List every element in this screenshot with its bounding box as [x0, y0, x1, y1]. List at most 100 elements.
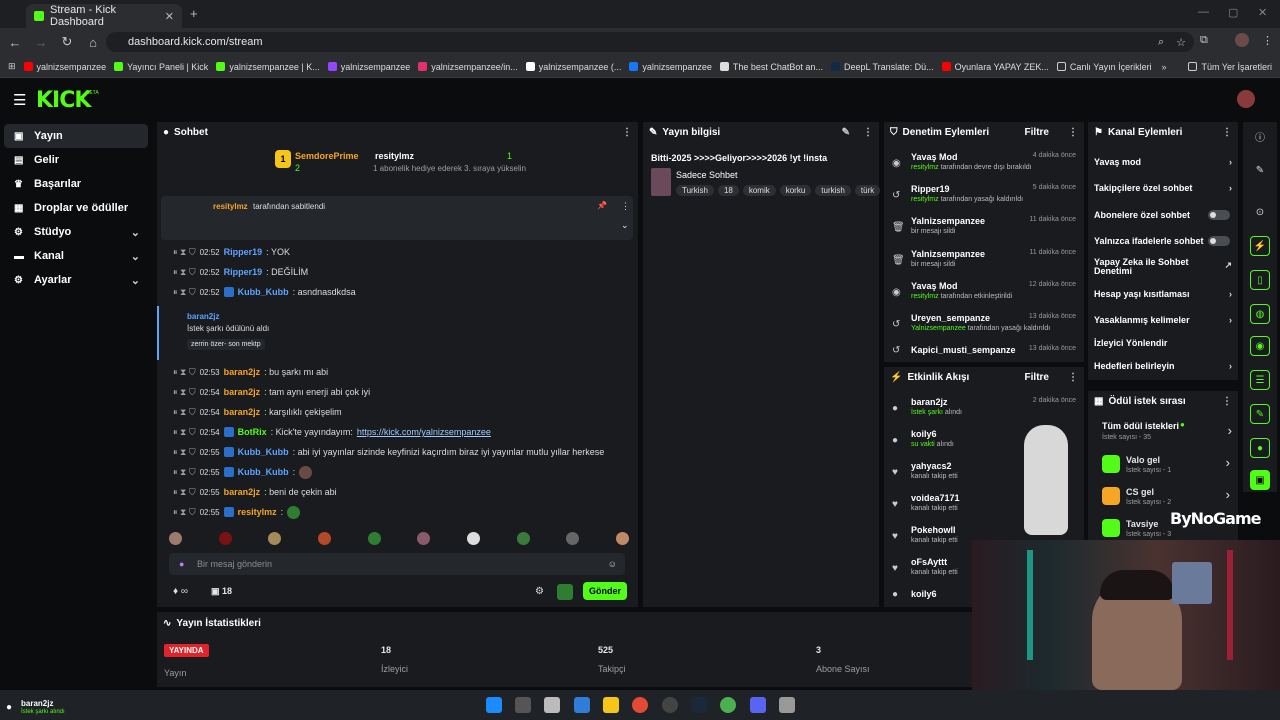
edit-icon[interactable]: ✎ — [842, 127, 850, 138]
channel-menu-icon[interactable]: ⋮ — [1222, 127, 1232, 138]
moderation-row[interactable]: ↺ Ureyen_sempanze Yalnizsempanzee tarafınd… — [890, 313, 1080, 343]
filter-button[interactable]: Filtre — [1025, 372, 1049, 383]
channel-action-row[interactable]: Hedefleri belirleyin › — [1094, 361, 1234, 371]
stream-category[interactable]: Sadece Sohbet — [676, 170, 738, 180]
moderation-row[interactable]: ◉ Yavaş Mod resitylmz tarafından etkinleşt… — [890, 281, 1080, 311]
app-icon[interactable]: ▣ — [1250, 470, 1270, 490]
chat-settings-icon[interactable]: ⚙ — [535, 586, 544, 597]
profile-avatar[interactable] — [1235, 33, 1249, 47]
tab-kick-dashboard[interactable]: Stream - Kick Dashboard ✕ — [26, 4, 182, 28]
bookmark-item[interactable]: yalnizsempanzee — [327, 62, 410, 72]
emote-picker-icon[interactable] — [557, 584, 573, 600]
moderation-row[interactable]: ↺ Ripper19 resitylmz tarafından yasağı kal… — [890, 184, 1080, 214]
users-icon[interactable]: ● — [1250, 438, 1270, 458]
bookmark-item[interactable]: yalnizsempanzee/in... — [418, 62, 518, 72]
extensions-icon[interactable]: ⧉ — [1200, 34, 1208, 47]
zoom-icon[interactable]: ⌕ — [1158, 36, 1164, 49]
app-icon[interactable] — [779, 697, 795, 713]
chat-message[interactable]: ⏸ ⧗ ⛉ 02:55 Kubb_Kubb: — [157, 462, 635, 482]
steam-icon[interactable] — [691, 697, 707, 713]
moderation-row[interactable]: 🗑 Yalnizsempanzee bir mesajı sildi 11 dakik… — [890, 216, 1080, 246]
kick-logo[interactable]: KICK — [36, 88, 91, 113]
channel-action-row[interactable]: Yalnızca ifadelerle sohbet — [1094, 236, 1234, 246]
windows-start-icon[interactable] — [486, 697, 502, 713]
chat-bubble-icon[interactable]: ◍ — [1250, 304, 1270, 324]
discord-icon[interactable] — [750, 697, 766, 713]
moderation-row[interactable]: ↺ Kapici_musti_sempanze 13 dakika önce — [890, 345, 1080, 361]
sidebar-item-basarilar[interactable]: ♛ Başarılar — [0, 172, 152, 196]
toggle-switch[interactable] — [1208, 210, 1230, 220]
gifter-2-name[interactable]: resitylmz — [375, 151, 414, 161]
emote-bar[interactable] — [169, 532, 629, 548]
channel-action-row[interactable]: Yavaş mod › — [1094, 157, 1234, 167]
chat-message[interactable]: ⏸ ⧗ ⛉ 02:52 Ripper19: YOK — [157, 242, 635, 262]
chat-menu-icon[interactable]: ⋮ — [622, 127, 632, 138]
close-tab-icon[interactable]: ✕ — [165, 10, 174, 23]
tag[interactable]: korku — [779, 185, 812, 196]
channel-action-row[interactable]: Hesap yaşı kısıtlaması › — [1094, 289, 1234, 299]
sidebar-item-droplar[interactable]: ▦ Droplar ve ödüller — [0, 196, 152, 220]
bookmark-item[interactable]: Yayıncı Paneli | Kick — [114, 62, 208, 72]
bookmark-item[interactable]: The best ChatBot an... — [719, 62, 823, 72]
infinity-icon[interactable]: ♦ ∞ — [173, 586, 188, 597]
top-gifter-name[interactable]: SemdorePrime — [295, 151, 359, 161]
tag[interactable]: türk — [854, 185, 881, 196]
pin-icon[interactable]: 📌 — [597, 201, 607, 210]
moderation-row[interactable]: ◉ Yavaş Mod resitylmz tarafından devre dış… — [890, 152, 1080, 182]
pinned-message[interactable]: resitylmz tarafından sabitlendi 📌 ⋮ ⌄ — [161, 196, 633, 240]
sidebar-item-gelir[interactable]: ▤ Gelir — [0, 148, 152, 172]
bookmark-folder[interactable]: Canlı Yayın İçerikleri — [1056, 62, 1152, 72]
app-icon[interactable] — [544, 697, 560, 713]
sidebar-item-yayin[interactable]: ▣ Yayın — [4, 124, 148, 148]
reload-icon[interactable]: ↻ — [54, 34, 80, 50]
bookmark-item[interactable]: yalnizsempanzee — [23, 62, 106, 72]
mic-icon[interactable]: ● — [179, 559, 184, 569]
channel-action-row[interactable]: Takipçilere özel sohbet › — [1094, 183, 1234, 193]
apps-grid-icon[interactable]: ⊞ — [8, 61, 16, 72]
explorer-icon[interactable] — [603, 697, 619, 713]
moderation-row[interactable]: 🗑 Yalnizsempanzee bir mesajı sildi 11 dakik… — [890, 249, 1080, 279]
user-avatar[interactable] — [1237, 90, 1255, 108]
target-icon[interactable]: ⊙ — [1250, 202, 1270, 222]
photos-icon[interactable] — [574, 697, 590, 713]
send-button[interactable]: Gönder — [583, 582, 627, 600]
channel-action-row[interactable]: Abonelere özel sohbet — [1094, 210, 1234, 220]
new-tab-icon[interactable]: + — [190, 6, 198, 21]
back-icon[interactable]: ← — [2, 35, 28, 50]
chat-message[interactable]: ⏸ ⧗ ⛉ 02:53 baran2jz: bu şarkı mı abi — [157, 362, 635, 382]
wrench-icon[interactable]: ✎ — [1250, 404, 1270, 424]
bolt-icon[interactable]: ⚡ — [1250, 236, 1270, 256]
all-rewards-row[interactable]: Tüm ödül istekleri ● İstek sayısı - 35 › — [1102, 420, 1232, 445]
chat-message[interactable]: ⏸ ⧗ ⛉ 02:55 Kubb_Kubb: abi iyi yayınlar si… — [157, 442, 635, 462]
chrome-icon[interactable] — [632, 697, 648, 713]
channel-action-row[interactable]: Yapay Zeka ile Sohbet Denetimi ↗ — [1094, 258, 1232, 276]
sidebar-item-kanal[interactable]: ▬ Kanal ⌄ — [0, 244, 152, 268]
maximize-icon[interactable]: ▢ — [1228, 6, 1238, 19]
chat-message[interactable]: ⏸ ⧗ ⛉ 02:52 Kubb_Kubb: asndnasdkdsa — [157, 282, 635, 302]
pencil-icon[interactable]: ✎ — [1250, 160, 1270, 180]
tag[interactable]: Turkish — [676, 185, 714, 196]
emoji-icon[interactable]: ☺ — [608, 559, 617, 569]
info-icon[interactable]: ⓘ — [1250, 126, 1270, 146]
bookmark-item[interactable]: yalnizsempanzee | K... — [216, 62, 320, 72]
chat-link[interactable]: https://kick.com/yalnizsempanzee — [357, 427, 491, 437]
activity-row[interactable]: ● baran2jz İstek şarkı alındı 2 dakika önce — [890, 397, 1080, 427]
bookmark-item[interactable]: Oyunlara YAPAY ZEK... — [941, 62, 1049, 72]
chat-input[interactable]: ● Bir mesaj gönderin ☺ — [169, 553, 625, 575]
list-icon[interactable]: ☰ — [1250, 370, 1270, 390]
tag[interactable]: 18 — [717, 185, 739, 196]
chat-message[interactable]: ⏸ ⧗ ⛉ 02:54 baran2jz: tam aynı enerji abi … — [157, 382, 635, 402]
chat-message[interactable]: ⏸ ⧗ ⛉ 02:54 baran2jz: karşılıklı çekişelim — [157, 402, 635, 422]
channel-action-row[interactable]: İzleyici Yönlendir — [1094, 338, 1234, 348]
chat-message[interactable]: ⏸ ⧗ ⛉ 02:52 Ripper19: DEĞİLİM — [157, 262, 635, 282]
broadcast-icon[interactable]: ◉ — [1250, 336, 1270, 356]
reward-item[interactable]: Valo gel İstek sayısı - 1 › — [1088, 453, 1238, 481]
minimize-icon[interactable]: — — [1198, 6, 1209, 18]
tag[interactable]: turkish — [815, 185, 851, 196]
chat-message[interactable]: ⏸ ⧗ ⛉ 02:54 BotRix: Kick'te yayındayım: ht… — [157, 422, 635, 442]
chrome-icon[interactable] — [720, 697, 736, 713]
bookmark-item[interactable]: yalnizsempanzee — [629, 62, 712, 72]
phone-icon[interactable]: ▯ — [1250, 270, 1270, 290]
pinned-menu-icon[interactable]: ⋮ — [621, 201, 630, 212]
category-thumbnail[interactable] — [651, 168, 671, 196]
